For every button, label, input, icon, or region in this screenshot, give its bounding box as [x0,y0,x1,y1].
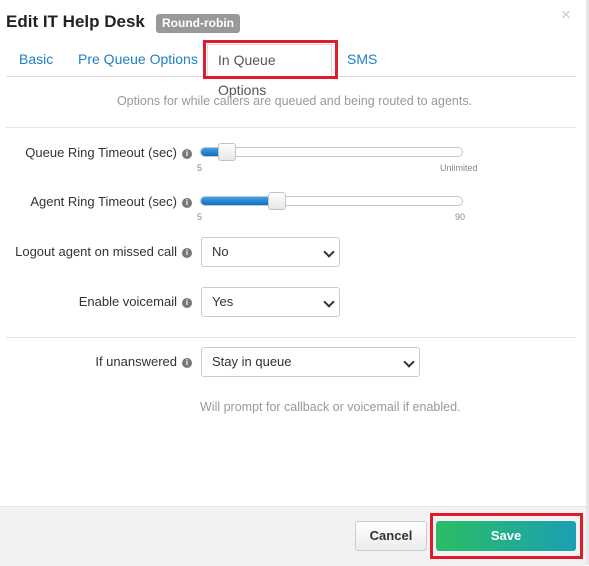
agent-ring-timeout-label-text: Agent Ring Timeout (sec) [30,194,177,209]
chevron-down-icon [403,356,415,368]
if-unanswered-label: If unanswered i [95,354,192,369]
queue-ring-timeout-slider[interactable] [200,143,463,161]
divider [6,337,576,338]
tab-sms[interactable]: SMS [347,44,377,76]
chevron-down-icon [323,246,335,258]
info-icon[interactable]: i [182,197,192,208]
info-icon[interactable]: i [182,297,192,308]
info-icon[interactable]: i [182,148,192,159]
enable-voicemail-label: Enable voicemail i [79,294,192,309]
close-icon[interactable]: × [561,6,571,23]
logout-agent-value: No [212,244,229,259]
cancel-button[interactable]: Cancel [355,521,427,551]
enable-voicemail-value: Yes [212,294,234,309]
queue-ring-timeout-max: Unlimited [440,163,478,173]
tab-pre-queue-options[interactable]: Pre Queue Options [78,44,198,76]
agent-ring-timeout-max: 90 [455,212,466,222]
routing-badge: Round-robin [156,14,240,33]
logout-agent-label-text: Logout agent on missed call [15,244,177,259]
if-unanswered-value: Stay in queue [212,354,292,369]
queue-ring-timeout-min: 5 [197,163,203,173]
info-icon[interactable]: i [182,247,192,258]
dialog-title: Edit IT Help Desk [6,12,145,31]
section-description: Options for while callers are queued and… [116,94,473,108]
save-highlight-box [430,513,583,559]
tab-basic[interactable]: Basic [19,44,53,76]
enable-voicemail-label-text: Enable voicemail [78,294,177,309]
edit-queue-dialog: Edit IT Help Desk Round-robin × Basic Pr… [0,0,589,566]
queue-ring-timeout-label-text: Queue Ring Timeout (sec) [25,145,177,160]
enable-voicemail-select[interactable]: Yes [201,287,340,317]
chevron-down-icon [323,296,335,308]
agent-ring-timeout-min: 5 [197,212,203,222]
dialog-header: Edit IT Help Desk Round-robin × [0,0,589,44]
queue-ring-timeout-handle[interactable] [218,143,237,161]
agent-ring-timeout-fill [201,197,277,205]
if-unanswered-label-text: If unanswered [95,354,177,369]
info-icon[interactable]: i [182,357,192,368]
divider [6,127,576,128]
agent-ring-timeout-handle[interactable] [267,192,286,210]
if-unanswered-hint: Will prompt for callback or voicemail if… [200,400,461,414]
logout-agent-label: Logout agent on missed call i [15,244,192,259]
logout-agent-select[interactable]: No [201,237,340,267]
agent-ring-timeout-slider[interactable] [200,192,463,210]
if-unanswered-select[interactable]: Stay in queue [201,347,420,377]
tab-highlight-box [203,40,338,79]
queue-ring-timeout-label: Queue Ring Timeout (sec) i [25,145,192,160]
agent-ring-timeout-label: Agent Ring Timeout (sec) i [30,194,192,209]
